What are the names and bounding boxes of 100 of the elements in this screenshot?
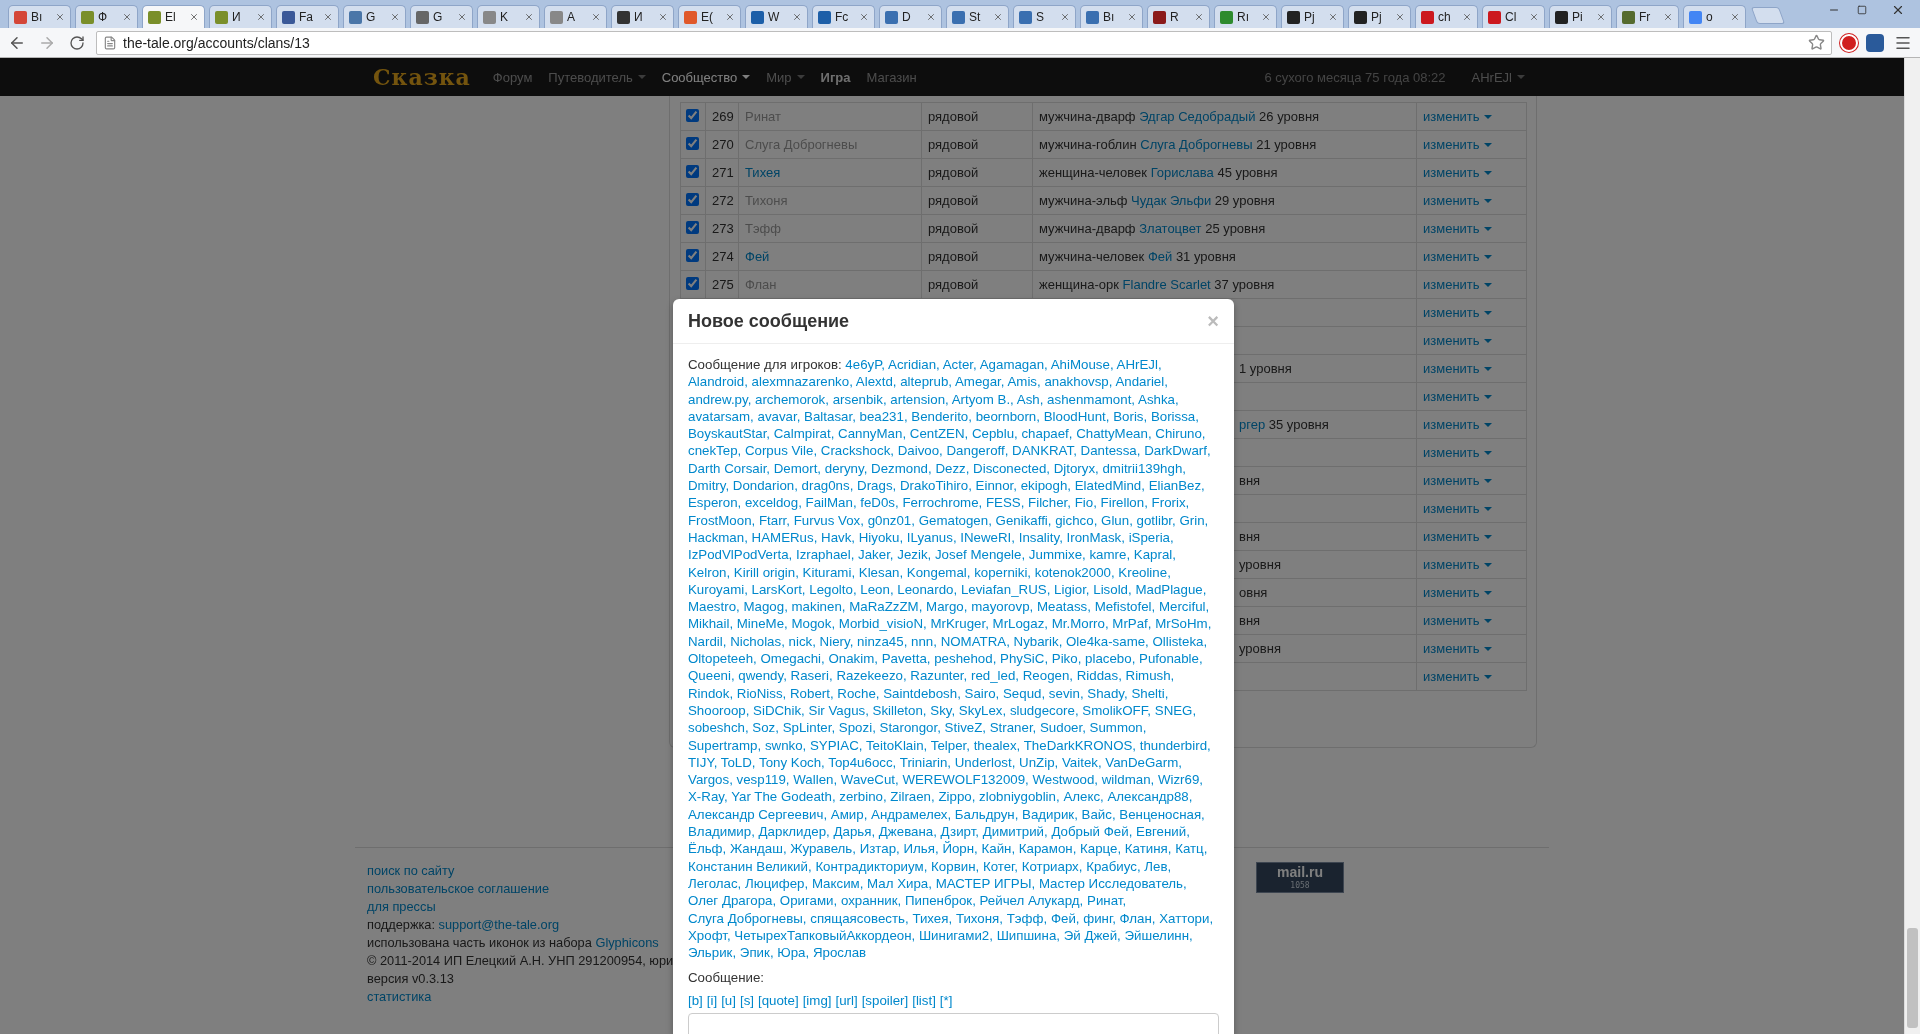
player-link[interactable]: охранник <box>840 893 898 909</box>
close-icon[interactable] <box>1462 12 1472 22</box>
player-link[interactable]: WaveCut <box>840 772 895 788</box>
player-link[interactable]: Крабиус <box>1086 858 1137 874</box>
player-link[interactable]: INeweRI <box>960 529 1012 545</box>
close-icon[interactable] <box>591 12 601 22</box>
player-link[interactable]: MrKruger <box>930 616 986 632</box>
bbcode-button[interactable]: [url] <box>835 991 858 1009</box>
player-link[interactable]: Оригами <box>779 893 834 909</box>
player-link[interactable]: kotenok2000 <box>1034 564 1111 580</box>
player-link[interactable]: Robert <box>790 685 830 701</box>
browser-tab[interactable]: Pj <box>1281 5 1344 28</box>
player-link[interactable]: Roche <box>837 685 876 701</box>
player-link[interactable]: Amegar <box>954 374 1001 390</box>
browser-tab[interactable]: A <box>544 5 607 28</box>
player-link[interactable]: drag0ns <box>801 478 850 494</box>
player-link[interactable]: gotlibr <box>1136 512 1173 528</box>
player-link[interactable]: Niery <box>819 633 850 649</box>
user-menu[interactable]: AHrEJl <box>1471 69 1525 85</box>
player-link[interactable]: anakhovsp <box>1044 374 1109 390</box>
close-icon[interactable] <box>1261 12 1271 22</box>
player-link[interactable]: Амир <box>830 806 864 822</box>
bbcode-button[interactable]: [list] <box>912 991 936 1009</box>
player-link[interactable]: ToLD <box>720 754 752 770</box>
player-link[interactable]: Добрый Фей <box>1051 824 1129 839</box>
player-link[interactable]: Бальдрун <box>954 806 1015 822</box>
close-icon[interactable] <box>1194 12 1204 22</box>
player-link[interactable]: Amis <box>1007 374 1037 390</box>
player-link[interactable]: ChattyMean <box>1076 426 1148 442</box>
player-link[interactable]: финг <box>1083 910 1113 926</box>
browser-tab[interactable]: ch <box>1415 5 1478 28</box>
browser-tab[interactable]: Ф <box>75 5 138 28</box>
player-link[interactable]: sobeshch <box>688 720 745 736</box>
player-link[interactable]: Nardil <box>688 633 723 649</box>
bbcode-button[interactable]: [quote] <box>758 991 799 1009</box>
hero-link[interactable]: Фей <box>1147 249 1173 264</box>
site-logo[interactable]: Сказка <box>373 64 471 90</box>
hero-link[interactable]: Слуга Доброгневы <box>1140 137 1253 152</box>
player-link[interactable]: iSperia <box>1128 529 1170 545</box>
close-icon[interactable] <box>1663 12 1673 22</box>
player-link[interactable]: Shady <box>1087 685 1124 701</box>
player-link[interactable]: Ash <box>1016 391 1040 407</box>
bbcode-button[interactable]: [spoiler] <box>861 991 909 1009</box>
player-link[interactable]: Underlost <box>954 754 1012 770</box>
player-link[interactable]: Frorix <box>1151 495 1186 511</box>
browser-tab[interactable]: Pi <box>1549 5 1612 28</box>
extension-icon[interactable] <box>1866 33 1884 52</box>
browser-tab[interactable]: R <box>1147 5 1210 28</box>
player-link[interactable]: ILyanus <box>906 529 953 545</box>
player-link[interactable]: Nybarik <box>1013 633 1059 649</box>
member-checkbox[interactable] <box>686 192 699 206</box>
close-icon[interactable] <box>122 12 132 22</box>
close-icon[interactable] <box>1395 12 1405 22</box>
hero-link[interactable]: Эдгар Седобрадый <box>1139 109 1256 124</box>
browser-tab[interactable]: E( <box>678 5 741 28</box>
close-icon[interactable] <box>1529 12 1539 22</box>
footer-link[interactable]: support@the-tale.org <box>438 917 560 932</box>
browser-tab[interactable]: D <box>879 5 942 28</box>
extension-icon[interactable] <box>1840 33 1858 52</box>
member-checkbox[interactable] <box>686 220 699 234</box>
browser-tab[interactable]: W <box>745 5 808 28</box>
player-link[interactable]: Merciful <box>1158 599 1206 615</box>
player-link[interactable]: Dantessa <box>1080 443 1137 459</box>
player-link[interactable]: MrPaf <box>1112 616 1148 632</box>
hero-link[interactable]: Чудак Эльфи <box>1131 193 1212 208</box>
player-link[interactable]: LarsKort <box>751 581 802 597</box>
player-link[interactable]: Queeni <box>688 668 731 684</box>
player-link[interactable]: placebo <box>1085 651 1132 667</box>
footer-link[interactable]: для прессы <box>367 899 436 914</box>
member-name[interactable]: Фей <box>745 249 770 264</box>
nav-item[interactable]: Форум <box>484 58 541 96</box>
close-icon[interactable] <box>524 12 534 22</box>
browser-tab[interactable]: Fr <box>1616 5 1679 28</box>
visit-counter[interactable]: mail.ru 1058 <box>1256 862 1344 893</box>
player-link[interactable]: Straner <box>989 720 1033 736</box>
player-link[interactable]: Jummixe <box>1028 547 1083 563</box>
member-checkbox[interactable] <box>686 164 699 178</box>
player-link[interactable]: Фей <box>1050 910 1076 926</box>
player-link[interactable]: Mr.Morro <box>1051 616 1105 632</box>
close-icon[interactable] <box>1596 12 1606 22</box>
player-link[interactable]: BoyskautStar <box>688 426 767 442</box>
player-link[interactable]: IzPodVlPodVerta <box>688 547 789 563</box>
close-icon[interactable] <box>1328 12 1338 22</box>
player-link[interactable]: Alextd <box>855 374 893 390</box>
bbcode-button[interactable]: [img] <box>802 991 832 1009</box>
player-link[interactable]: UnZip <box>1019 754 1055 770</box>
player-link[interactable]: avavar <box>757 408 797 424</box>
player-link[interactable]: Хрофт <box>688 927 727 943</box>
player-link[interactable]: Chiruno <box>1155 426 1202 442</box>
player-link[interactable]: Acter <box>942 357 974 372</box>
player-link[interactable]: MaRaZzZM <box>849 599 919 615</box>
bbcode-button[interactable]: [b] <box>688 991 703 1009</box>
player-link[interactable]: Zilraen <box>890 789 931 805</box>
bbcode-button[interactable]: [*] <box>939 991 953 1009</box>
browser-tab[interactable]: G <box>343 5 406 28</box>
player-link[interactable]: Рейчел Алукард <box>979 893 1080 909</box>
player-link[interactable]: X-Ray <box>688 789 724 805</box>
player-link[interactable]: Илья <box>903 841 935 857</box>
player-link[interactable]: Катиня <box>1124 841 1168 857</box>
player-link[interactable]: Lisold <box>1093 581 1128 597</box>
